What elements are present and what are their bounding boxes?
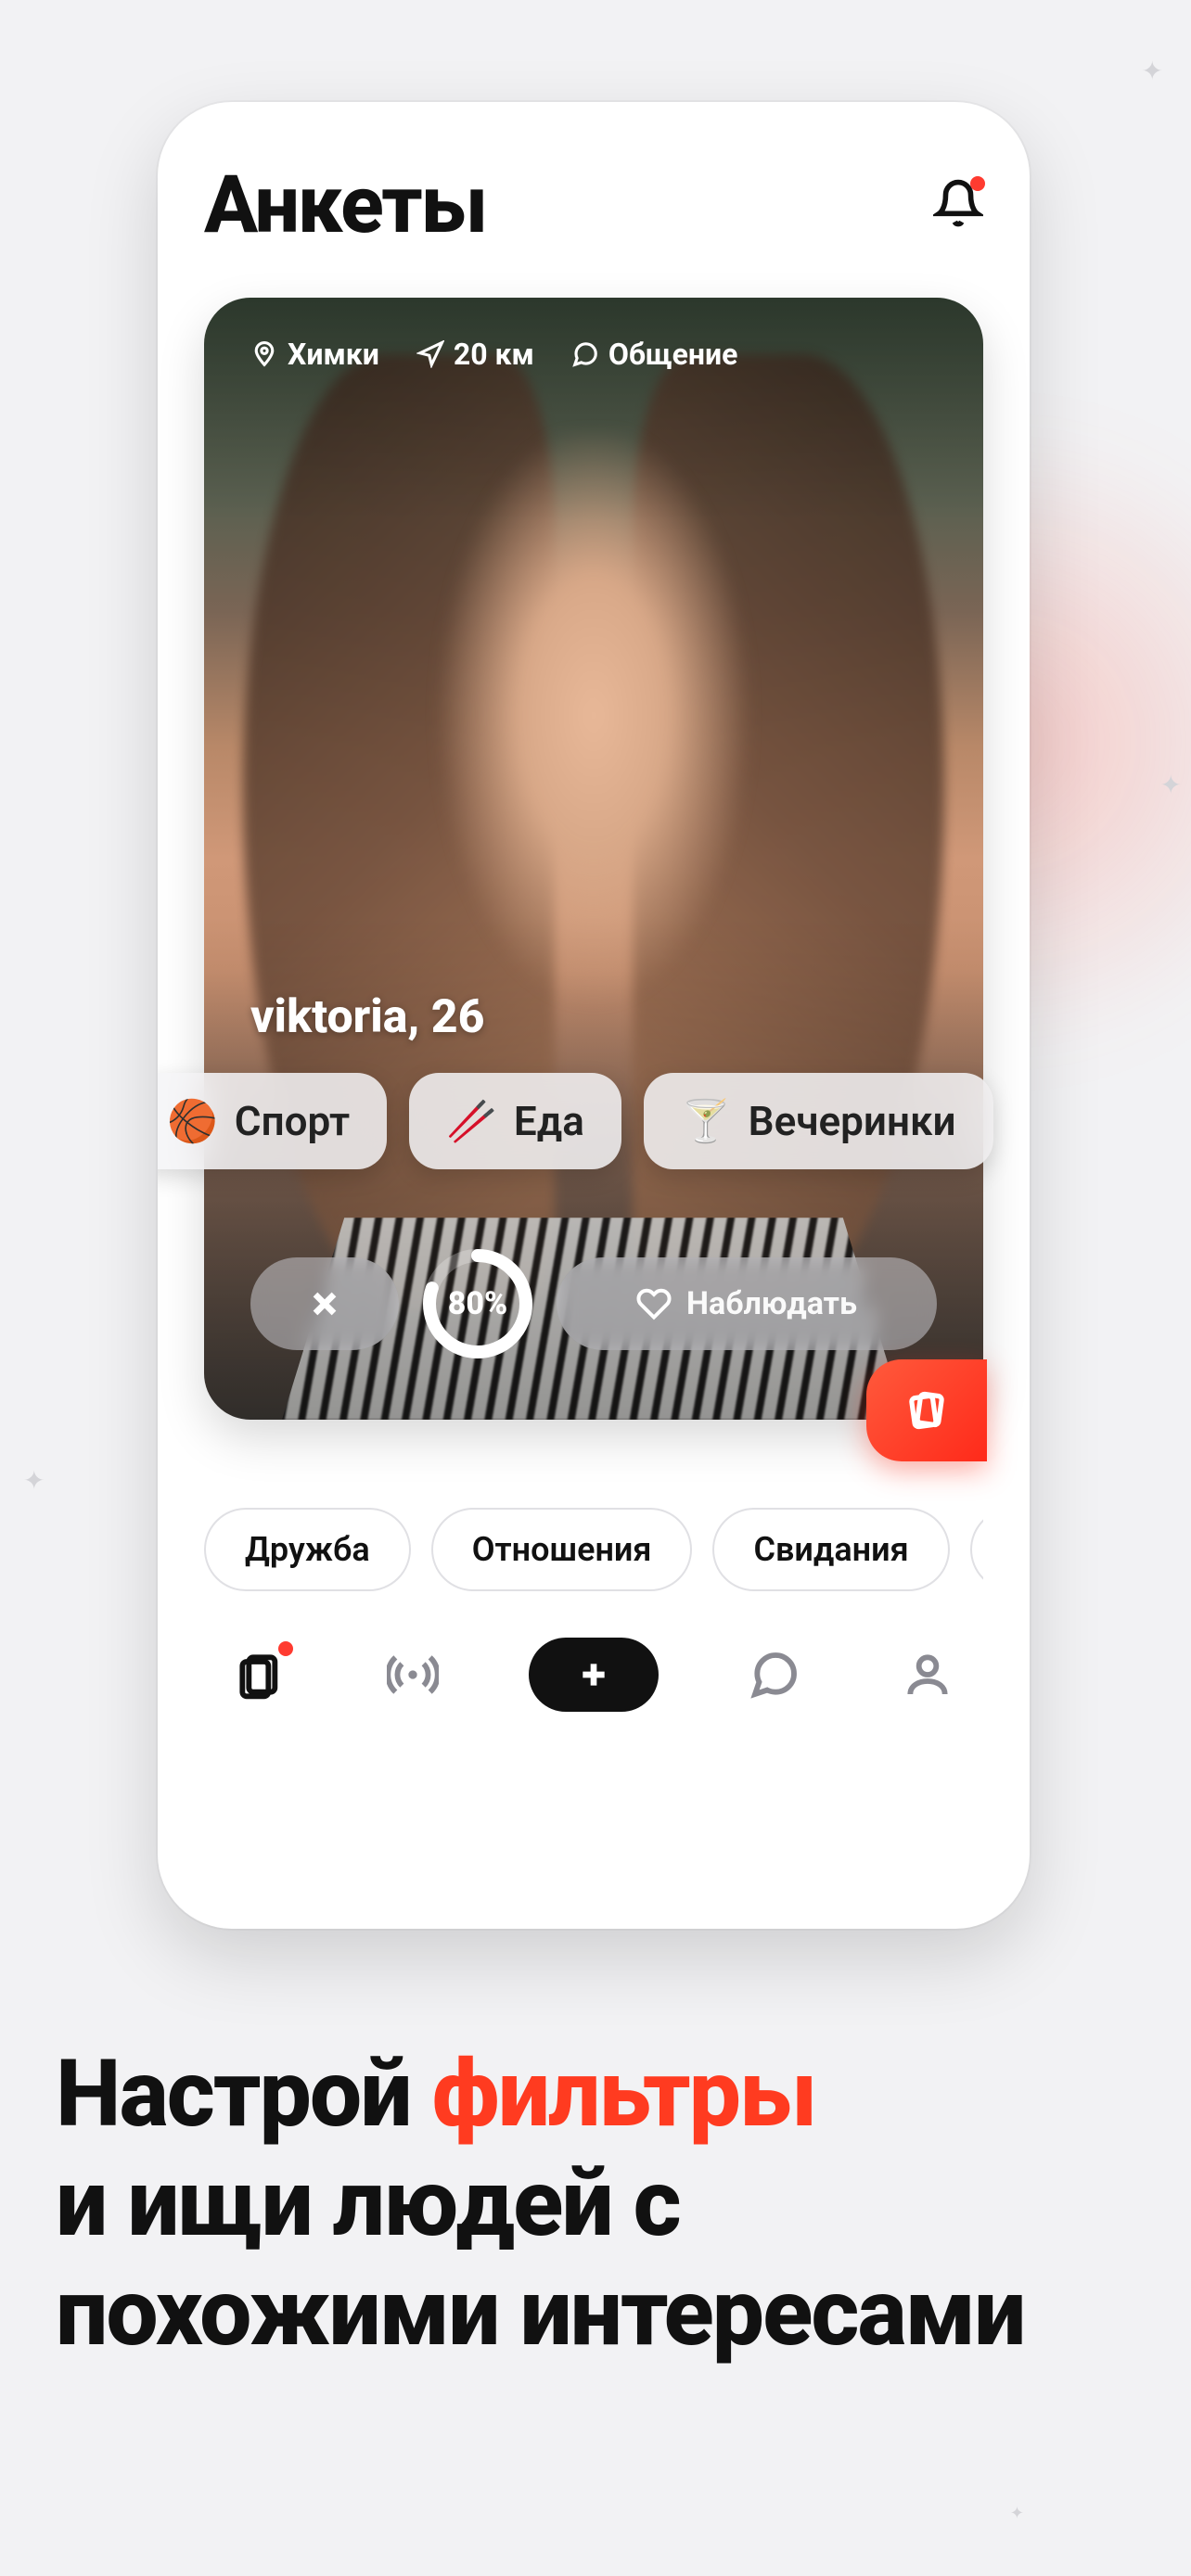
card-actions: 80% Наблюдать: [250, 1243, 937, 1364]
nav-profile[interactable]: [890, 1638, 965, 1712]
nav-messages[interactable]: [737, 1638, 812, 1712]
distance-chip: 20 км: [416, 337, 534, 372]
filter-chip[interactable]: О: [970, 1508, 983, 1591]
match-percent-value: 80%: [417, 1243, 538, 1364]
phone-frame: Анкеты Химки 20 км: [158, 102, 1030, 1929]
distance-text: 20 км: [454, 337, 534, 372]
watch-label: Наблюдать: [686, 1285, 857, 1322]
interest-tags-row: 🏀 Спорт 🥢 Еда 🍸 Вечеринки: [158, 1073, 993, 1169]
plus-icon: [575, 1656, 612, 1693]
nav-radar[interactable]: [376, 1638, 450, 1712]
location-chip: Химки: [250, 337, 379, 372]
app-header: Анкеты: [204, 158, 983, 251]
tagline-part1: Настрой: [56, 2040, 431, 2149]
interest-tag[interactable]: 🥢 Еда: [409, 1073, 621, 1169]
bottom-nav: [204, 1638, 983, 1712]
tag-label: Спорт: [235, 1097, 350, 1145]
filter-chip[interactable]: Дружба: [204, 1508, 411, 1591]
tag-emoji: 🍸: [681, 1097, 732, 1145]
tag-label: Еда: [514, 1097, 584, 1145]
nav-create-button[interactable]: [529, 1638, 659, 1712]
profile-meta-row: Химки 20 км Общение: [250, 337, 737, 372]
cards-icon: [903, 1387, 950, 1434]
filter-chip[interactable]: Свидания: [712, 1508, 949, 1591]
close-icon: [306, 1285, 343, 1322]
notification-dot: [970, 176, 985, 191]
page-title: Анкеты: [204, 158, 486, 251]
tag-emoji: 🥢: [446, 1097, 497, 1145]
interest-tag[interactable]: 🏀 Спорт: [158, 1073, 387, 1169]
interest-tag[interactable]: 🍸 Вечеринки: [644, 1073, 993, 1169]
location-pin-icon: [250, 340, 278, 368]
filter-chip[interactable]: Отношения: [431, 1508, 693, 1591]
profile-name-age: viktoria, 26: [250, 990, 484, 1044]
chat-icon: [571, 340, 599, 368]
sparkle-decoration: ✦: [23, 1465, 45, 1496]
tag-label: Вечеринки: [749, 1097, 956, 1145]
nav-badge-dot: [278, 1641, 293, 1656]
profile-card[interactable]: Химки 20 км Общение viktoria, 26 🏀 Спорт…: [204, 298, 983, 1420]
filter-chips-row[interactable]: Дружба Отношения Свидания О: [204, 1508, 983, 1591]
promo-tagline: Настрой фильтры и ищи людей с похожими и…: [56, 2040, 1135, 2368]
swipe-cards-button[interactable]: [866, 1359, 987, 1461]
cards-stack-icon: [234, 1649, 286, 1701]
intent-chip: Общение: [571, 337, 738, 372]
chat-bubble-icon: [749, 1649, 800, 1701]
dismiss-button[interactable]: [250, 1257, 399, 1350]
tagline-accent: фильтры: [431, 2040, 815, 2149]
notifications-button[interactable]: [933, 178, 983, 232]
sparkle-decoration: ✦: [1160, 770, 1182, 800]
watch-button[interactable]: Наблюдать: [557, 1257, 937, 1350]
heart-icon: [636, 1286, 672, 1321]
intent-text: Общение: [608, 337, 738, 372]
tagline-part2: и ищи людей с похожими интересами: [56, 2149, 1024, 2367]
location-text: Химки: [288, 337, 379, 372]
match-percent-ring: 80%: [417, 1243, 538, 1364]
user-icon: [902, 1649, 954, 1701]
sparkle-decoration: ✦: [1142, 56, 1163, 86]
broadcast-icon: [387, 1649, 439, 1701]
tag-emoji: 🏀: [167, 1097, 218, 1145]
navigation-icon: [416, 340, 444, 368]
sparkle-decoration: ✦: [1010, 2504, 1024, 2523]
nav-feed[interactable]: [223, 1638, 297, 1712]
